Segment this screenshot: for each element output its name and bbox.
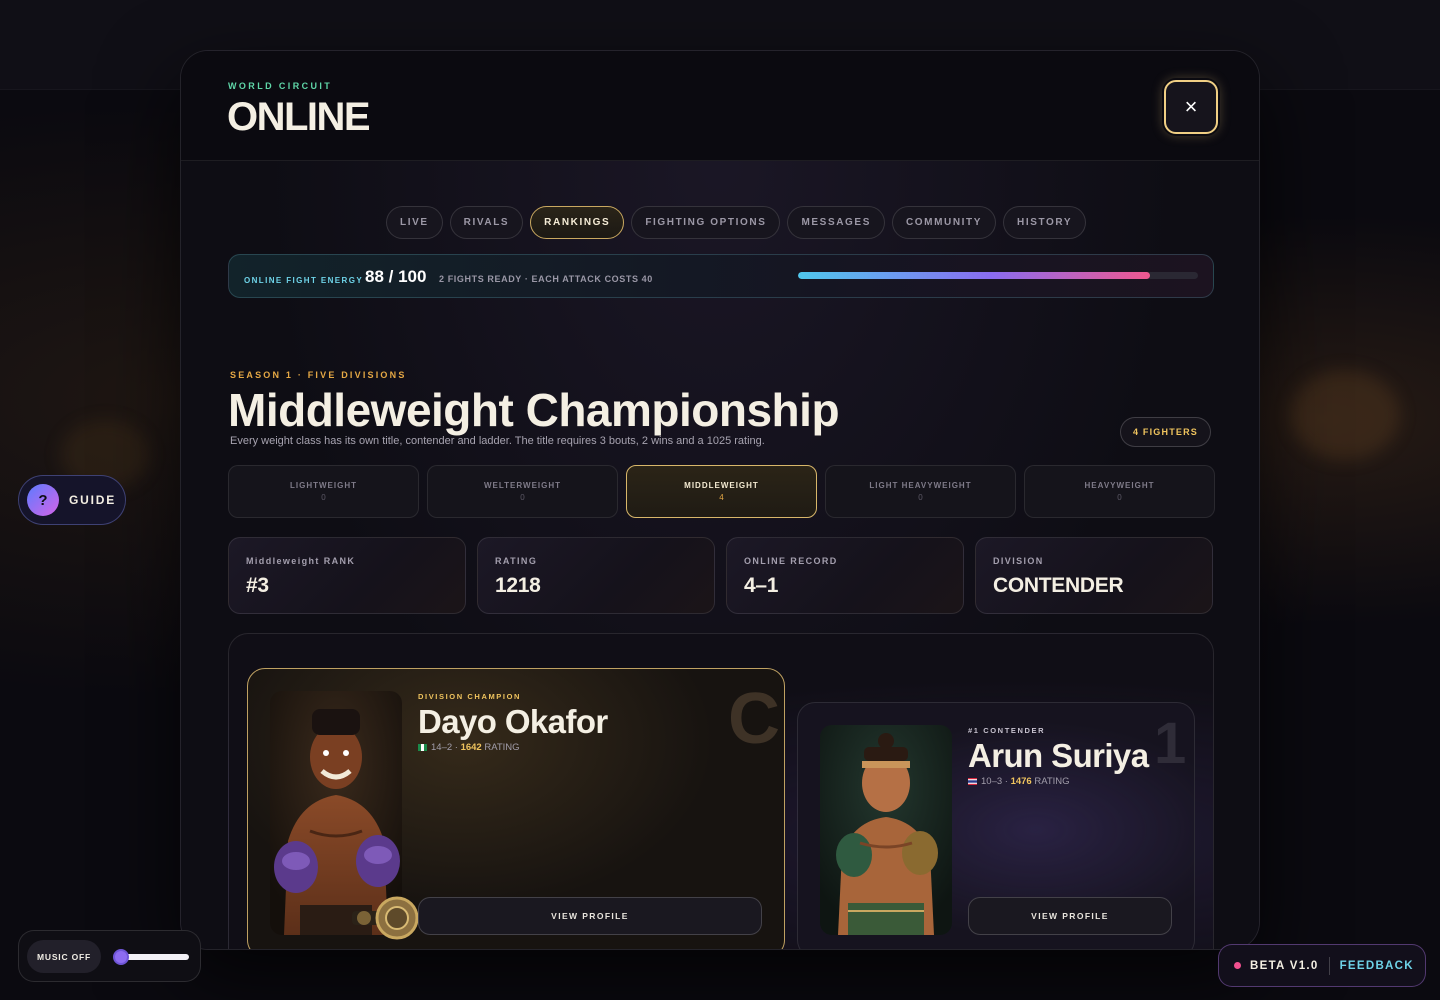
music-control: MUSIC OFF	[18, 930, 201, 982]
stat-value: 1218	[495, 574, 541, 597]
stat-label: Middleweight RANK	[246, 556, 356, 566]
tab-live[interactable]: LIVE	[386, 206, 443, 239]
division-name: HEAVYWEIGHT	[1084, 481, 1155, 490]
division-middleweight[interactable]: MIDDLEWEIGHT 4	[626, 465, 817, 518]
energy-note: 2 FIGHTS READY · EACH ATTACK COSTS 40	[439, 274, 653, 284]
thailand-flag-icon	[968, 778, 977, 785]
contender-view-profile-button[interactable]: VIEW PROFILE	[968, 897, 1172, 935]
stat-online-record: ONLINE RECORD 4–1	[726, 537, 964, 614]
contender-portrait-image	[820, 725, 952, 935]
background-glow	[1290, 370, 1400, 460]
division-name: WELTERWEIGHT	[483, 481, 562, 490]
modal-eyebrow: WORLD CIRCUIT	[228, 81, 333, 91]
championship-title: Middleweight Championship	[228, 384, 840, 436]
tab-fighting-options[interactable]: FIGHTING OPTIONS	[631, 206, 781, 239]
question-mark-icon: ?	[27, 484, 59, 516]
contender-rating-label: RATING	[1031, 776, 1070, 787]
division-heavyweight[interactable]: HEAVYWEIGHT 0	[1024, 465, 1215, 518]
division-count: 0	[1117, 493, 1122, 502]
stat-division: DIVISION CONTENDER	[975, 537, 1213, 614]
guide-button[interactable]: ? GUIDE	[18, 475, 126, 525]
stat-label: RATING	[495, 556, 538, 566]
stat-value: CONTENDER	[993, 574, 1124, 597]
champion-eyebrow: DIVISION CHAMPION	[418, 692, 522, 701]
energy-value: 88 / 100	[365, 267, 427, 286]
champion-meta: 14–2 · 1642 RATING	[418, 742, 520, 753]
guide-label: GUIDE	[69, 493, 117, 507]
modal-title: ONLINE	[227, 95, 371, 139]
champion-rating-label: RATING	[481, 742, 520, 753]
division-count: 0	[520, 493, 525, 502]
beta-badge: BETA V1.0 FEEDBACK	[1218, 944, 1426, 987]
contender-record: 10–3 ·	[981, 776, 1011, 787]
contender-rating: 1476	[1010, 776, 1032, 787]
tab-rankings[interactable]: RANKINGS	[530, 206, 625, 239]
contender-meta: 10–3 · 1476 RATING	[968, 776, 1070, 787]
tab-messages[interactable]: MESSAGES	[787, 206, 885, 239]
champion-record: 14–2 ·	[431, 742, 461, 753]
stat-rating: RATING 1218	[477, 537, 715, 614]
fighters-count-badge: 4 FIGHTERS	[1119, 417, 1211, 447]
stat-value: #3	[246, 574, 269, 597]
music-toggle-button[interactable]: MUSIC OFF	[27, 940, 101, 973]
champion-card: DIVISION CHAMPION Dayo Okafor 14–2 · 164…	[247, 668, 785, 949]
division-count: 0	[918, 493, 923, 502]
champion-rating: 1642	[460, 742, 482, 753]
divider	[1328, 956, 1330, 975]
division-name: LIGHT HEAVYWEIGHT	[869, 481, 972, 490]
division-count: 4	[719, 493, 724, 502]
tab-community[interactable]: COMMUNITY	[891, 206, 997, 239]
tab-history[interactable]: HISTORY	[1003, 206, 1087, 239]
contender-card: #1 CONTENDER Arun Suriya 10–3 · 1476 RAT…	[797, 702, 1195, 949]
division-welterweight[interactable]: WELTERWEIGHT 0	[427, 465, 618, 518]
contender-portrait	[820, 725, 952, 935]
season-label: SEASON 1 · FIVE DIVISIONS	[230, 370, 407, 380]
champion-rank-mark: C	[728, 679, 780, 759]
tab-bar: LIVE RIVALS RANKINGS FIGHTING OPTIONS ME…	[386, 206, 1087, 239]
energy-label: ONLINE FIGHT ENERGY	[244, 276, 364, 285]
player-stats: Middleweight RANK #3 RATING 1218 ONLINE …	[228, 537, 1213, 614]
division-name: LIGHTWEIGHT	[290, 481, 357, 490]
contender-eyebrow: #1 CONTENDER	[968, 726, 1046, 735]
nigeria-flag-icon	[418, 744, 427, 751]
stat-label: ONLINE RECORD	[744, 556, 838, 566]
championship-description: Every weight class has its own title, co…	[230, 435, 765, 447]
modal-body: LIVE RIVALS RANKINGS FIGHTING OPTIONS ME…	[181, 161, 1259, 949]
champion-view-profile-button[interactable]: VIEW PROFILE	[418, 897, 762, 935]
online-modal: WORLD CIRCUIT ONLINE × LIVE RIVALS RANKI…	[180, 50, 1260, 950]
energy-progress-track	[798, 272, 1198, 279]
close-button[interactable]: ×	[1164, 80, 1218, 134]
stat-value: 4–1	[744, 574, 779, 597]
energy-bar-panel: ONLINE FIGHT ENERGY 88 / 100 2 FIGHTS RE…	[228, 254, 1214, 298]
champion-name: Dayo Okafor	[418, 703, 608, 740]
feedback-link[interactable]: FEEDBACK	[1340, 960, 1414, 972]
tab-rivals[interactable]: RIVALS	[449, 206, 524, 239]
division-light-heavyweight[interactable]: LIGHT HEAVYWEIGHT 0	[825, 465, 1016, 518]
stat-label: DIVISION	[993, 556, 1044, 566]
rankings-panel: DIVISION CHAMPION Dayo Okafor 14–2 · 164…	[228, 633, 1214, 949]
modal-header: WORLD CIRCUIT ONLINE ×	[181, 51, 1259, 161]
contender-rank-mark: 1	[1154, 711, 1187, 776]
energy-progress-fill	[798, 272, 1150, 279]
status-dot-icon	[1234, 962, 1241, 969]
division-selector: LIGHTWEIGHT 0 WELTERWEIGHT 0 MIDDLEWEIGH…	[228, 465, 1215, 518]
volume-slider-thumb[interactable]	[113, 949, 129, 965]
division-count: 0	[321, 493, 326, 502]
beta-version-label: BETA V1.0	[1250, 959, 1319, 972]
stat-rank: Middleweight RANK #3	[228, 537, 466, 614]
contender-name: Arun Suriya	[968, 737, 1149, 774]
close-icon: ×	[1184, 94, 1198, 119]
division-name: MIDDLEWEIGHT	[684, 481, 759, 490]
division-lightweight[interactable]: LIGHTWEIGHT 0	[228, 465, 419, 518]
